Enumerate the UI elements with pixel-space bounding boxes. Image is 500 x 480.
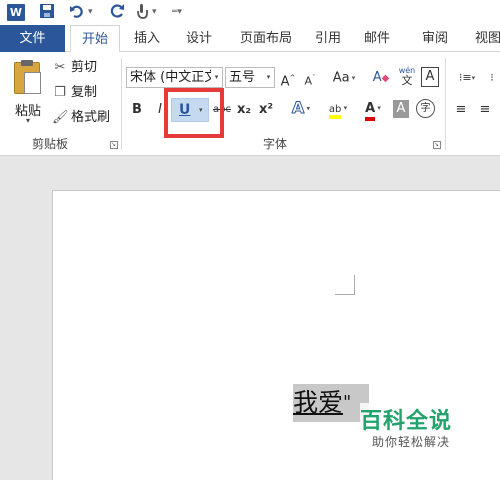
tab-page-layout[interactable]: 页面布局 [230,25,302,52]
copy-icon: ❐ [54,85,66,100]
enclose-characters-button[interactable]: 字 [416,99,435,118]
tab-mailings[interactable]: 邮件 [354,25,400,52]
superscript-icon: x² [258,102,274,117]
touch-dropdown-icon[interactable]: ▾ [152,3,157,22]
highlight-color-button[interactable]: ab ▾ [322,98,354,119]
tab-file[interactable]: 文件 [0,25,65,52]
site-watermark: 百科全说 助你轻松解决 [350,395,480,455]
clear-formatting-button[interactable]: A◆ [370,68,392,88]
quick-access-toolbar: W ▾ ▾ ═▾ [0,0,500,25]
paintbrush-icon: 🖌 [52,110,69,125]
align-left-button[interactable]: ≡ [452,100,470,120]
font-size-dropdown-icon: ▾ [263,68,274,87]
change-case-icon: Aa [332,70,350,86]
numbering-icon: ⁝ [490,71,494,84]
shrink-font-icon: A [304,74,313,88]
paste-button[interactable]: 粘贴 ▾ [8,60,48,130]
word-logo-icon: W [7,4,25,21]
undo-icon[interactable] [68,3,86,22]
clipboard-launcher-icon[interactable]: ↘ [110,141,118,149]
tab-references[interactable]: 引用 [306,25,350,52]
touch-mode-icon[interactable] [134,3,150,22]
group-divider [445,58,446,150]
font-family-dropdown-icon: ▾ [211,68,222,87]
copy-button[interactable]: ❐ 复制 [52,83,97,103]
grow-font-icon: A [280,74,290,90]
cut-button[interactable]: ✂ 剪切 [52,58,97,78]
paste-sheet-icon [24,72,41,94]
bullets-button[interactable]: ⁝≡▾ [452,68,482,88]
bold-icon: B [132,102,142,117]
subscript-button[interactable]: x₂ [235,100,253,120]
watermark-subtitle: 助你轻松解决 [372,435,451,449]
redo-icon[interactable] [108,3,126,22]
numbering-button[interactable]: ⁝ [484,68,500,88]
font-size-select[interactable]: 五号 ▾ [225,67,275,88]
align-left-icon: ≡ [455,102,467,117]
font-family-value: 宋体 (中文正文) [130,70,223,85]
clear-formatting-icon: A [372,70,382,85]
margin-crop-mark [335,275,355,295]
font-family-select[interactable]: 宋体 (中文正文) ▾ [126,67,223,88]
watermark-title: 百科全说 [360,403,453,435]
group-divider [121,58,122,150]
ribbon-tabs: 文件 开始 插入 设计 页面布局 引用 邮件 审阅 视图 [0,25,500,53]
bullets-icon: ⁝≡ [458,71,472,84]
clipboard-group-label: 剪贴板 [32,137,69,151]
save-icon[interactable] [38,3,56,22]
font-launcher-icon[interactable]: ↘ [433,141,441,149]
selected-text-content: 我爱 [293,388,344,417]
phonetic-guide-button[interactable]: wén 文 [396,66,418,86]
shrink-font-button[interactable]: Aˇ [301,68,319,88]
text-effects-icon: A [291,98,305,118]
customize-qat-icon[interactable]: ═▾ [172,3,182,22]
enclose-characters-icon: 字 [420,103,431,114]
annotation-highlight-box [164,88,224,138]
character-border-icon: A [425,69,435,84]
change-case-button[interactable]: Aa ▾ [329,68,359,88]
subscript-icon: x₂ [236,102,252,117]
undo-dropdown-icon[interactable]: ▾ [88,3,93,22]
format-painter-button[interactable]: 🖌 格式刷 [52,108,110,128]
highlight-pen-icon: ab [328,103,342,119]
character-border-button[interactable]: A [421,67,439,87]
character-shading-button[interactable]: A [393,100,409,118]
cut-label: 剪切 [71,60,98,75]
text-effects-button[interactable]: A ▾ [285,98,317,118]
tab-view[interactable]: 视图 [468,25,500,52]
tab-insert[interactable]: 插入 [124,25,170,52]
font-size-value: 五号 [229,70,256,85]
superscript-button[interactable]: x² [257,100,275,120]
tab-home[interactable]: 开始 [70,25,120,53]
italic-icon: I [158,102,162,117]
format-painter-label: 格式刷 [71,110,111,125]
font-group-label: 字体 [263,137,288,151]
tab-review[interactable]: 审阅 [412,25,458,52]
align-center-icon: ≡ [479,102,491,117]
scissors-icon: ✂ [54,60,66,75]
grow-font-button[interactable]: A^ [279,68,297,90]
character-shading-icon: A [396,101,406,116]
bold-button[interactable]: B [129,100,145,120]
font-color-icon: A [365,101,376,121]
ribbon-home: 粘贴 ▾ ✂ 剪切 ❐ 复制 🖌 格式刷 剪贴板 ↘ 宋体 (中文正文) ▾ 五号 ▾… [0,52,500,156]
copy-label: 复制 [71,85,98,100]
paste-dropdown-icon[interactable]: ▾ [8,116,48,125]
align-center-button[interactable]: ≡ [476,100,494,120]
tab-design[interactable]: 设计 [174,25,224,52]
font-color-button[interactable]: A ▾ [358,98,388,121]
